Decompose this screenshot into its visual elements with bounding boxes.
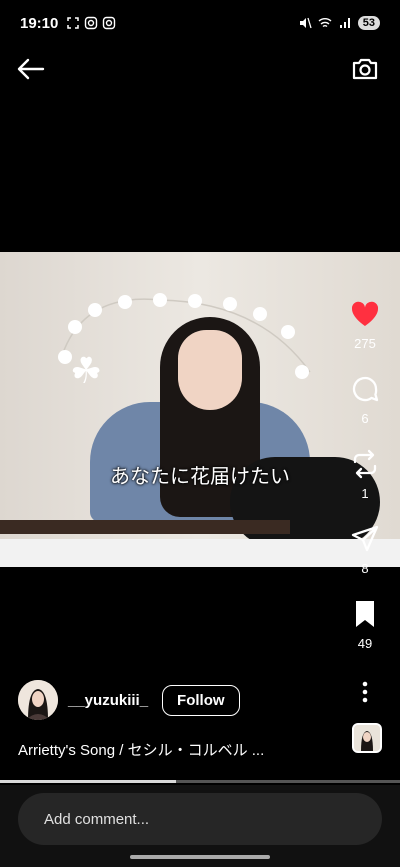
person-face	[178, 330, 242, 410]
save-count: 49	[357, 636, 373, 651]
status-bar: 19:10 53	[0, 0, 400, 46]
action-rail: 275 6 1 8 49	[342, 298, 388, 707]
avatar-image	[18, 680, 58, 720]
repost-button[interactable]: 1	[349, 448, 381, 523]
like-button[interactable]: 275	[349, 298, 381, 373]
table	[0, 539, 400, 567]
send-icon	[351, 525, 379, 552]
heart-icon	[351, 301, 379, 326]
mute-icon	[299, 17, 312, 29]
screen-record-icon	[67, 17, 80, 29]
status-notification-icons	[66, 16, 116, 30]
more-vertical-icon	[362, 681, 368, 703]
guitar-neck	[0, 520, 290, 534]
repost-count: 1	[361, 486, 369, 501]
bookmark-icon	[356, 601, 374, 627]
camera-button[interactable]	[350, 54, 380, 84]
home-indicator[interactable]	[130, 855, 270, 859]
share-button[interactable]: 8	[349, 523, 381, 598]
audio-thumbnail-image	[354, 725, 380, 751]
comment-button[interactable]: 6	[349, 373, 381, 448]
video-player[interactable]: ☘ あなたに花届けたい	[0, 252, 400, 567]
battery-indicator: 53	[357, 16, 380, 30]
status-right: 53	[298, 16, 380, 30]
clover-sticker: ☘	[70, 350, 103, 391]
top-bar	[0, 46, 400, 90]
avatar[interactable]	[18, 680, 58, 720]
video-progress-bar[interactable]	[0, 780, 400, 783]
wifi-icon	[318, 18, 332, 28]
comment-input[interactable]: Add comment...	[18, 793, 382, 845]
author-row: __yuzukiii_ Follow	[18, 680, 240, 720]
share-count: 8	[361, 561, 369, 576]
author-username[interactable]: __yuzukiii_	[68, 692, 148, 709]
instagram-icon	[85, 16, 98, 30]
caption[interactable]: Arrietty's Song / セシル・コルベル ...	[18, 739, 318, 760]
status-time: 19:10	[20, 14, 59, 32]
more-options-button[interactable]	[350, 677, 380, 707]
instagram-icon	[103, 16, 116, 30]
repost-icon	[353, 449, 377, 479]
video-progress-fill	[0, 780, 176, 783]
signal-icon	[339, 18, 350, 28]
comment-bubble-icon	[352, 376, 379, 402]
back-arrow-icon	[17, 58, 45, 80]
lyric-subtitle: あなたに花届けたい	[110, 464, 290, 488]
follow-button[interactable]: Follow	[162, 684, 240, 716]
audio-track-thumbnail[interactable]	[352, 723, 382, 753]
like-count: 275	[354, 336, 376, 351]
comment-count: 6	[361, 411, 369, 426]
comment-area: Add comment...	[0, 785, 400, 867]
camera-icon	[352, 58, 378, 80]
save-button[interactable]: 49	[349, 598, 381, 673]
back-button[interactable]	[16, 56, 46, 82]
